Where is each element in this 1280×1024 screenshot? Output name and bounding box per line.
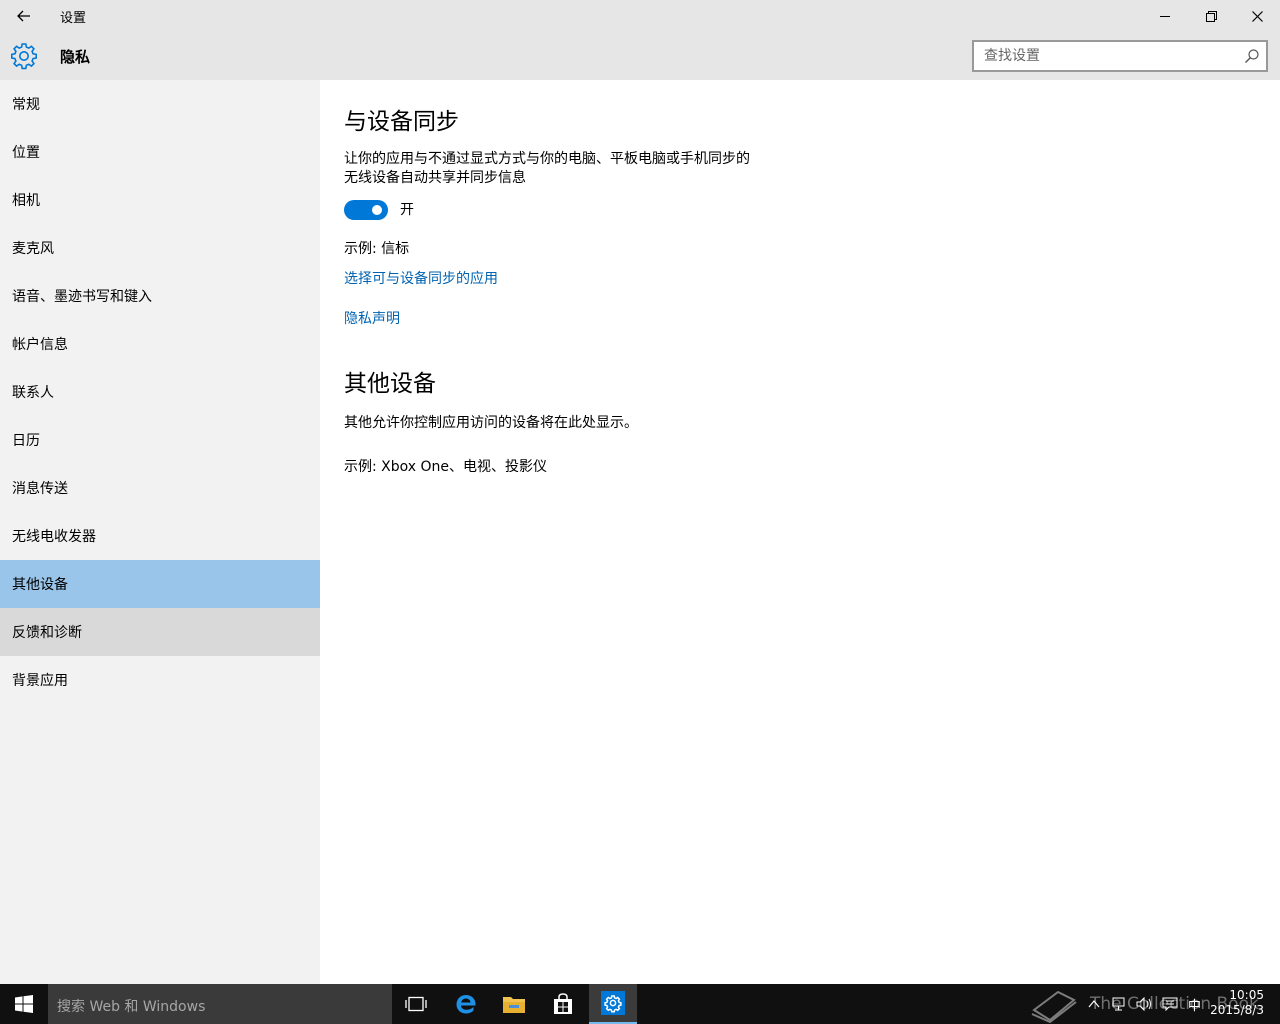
close-icon [1251,10,1263,22]
sync-description-line1: 让你的应用与不通过显式方式与你的电脑、平板电脑或手机同步的 [344,151,750,167]
minimize-button[interactable] [1142,0,1188,32]
file-explorer-taskbar-button[interactable] [490,984,538,1024]
ime-indicator[interactable]: 中 [1188,995,1201,1014]
settings-search[interactable] [972,40,1268,72]
sidebar-item-feedback-diagnostics[interactable]: 反馈和诊断 [0,608,320,656]
sidebar-item-speech-inking-typing[interactable]: 语音、墨迹书写和键入 [0,272,320,320]
toggle-state-label: 开 [400,202,414,218]
back-button[interactable] [8,2,40,30]
gear-icon [11,43,37,70]
store-taskbar-button[interactable] [539,984,587,1024]
volume-icon[interactable] [1136,997,1154,1011]
sidebar-item-contacts[interactable]: 联系人 [0,368,320,416]
network-icon[interactable] [1112,997,1128,1011]
sidebar-item-account-info[interactable]: 帐户信息 [0,320,320,368]
restore-icon [1205,10,1217,22]
task-view-icon [405,996,427,1012]
clock-date: 2015/8/3 [1210,1003,1264,1017]
sidebar-item-location[interactable]: 位置 [0,128,320,176]
book-logo-icon [1031,990,1077,1024]
store-bag-icon [554,993,572,1014]
title-bar: 设置 [0,0,1280,32]
sidebar-item-radios[interactable]: 无线电收发器 [0,512,320,560]
minimize-icon [1160,16,1170,17]
taskbar-clock[interactable]: 10:05 2015/8/3 [1210,988,1264,1018]
close-button[interactable] [1234,0,1280,32]
main-content: 与设备同步 让你的应用与不通过显式方式与你的电脑、平板电脑或手机同步的 无线设备… [320,80,1280,984]
chevron-up-icon[interactable] [1088,999,1100,1009]
system-tray: 中 [1088,984,1201,1024]
privacy-statement-link[interactable]: 隐私声明 [344,308,400,328]
window-title: 设置 [60,11,87,26]
search-icon[interactable] [1244,48,1260,64]
sync-description-line2: 无线设备自动共享并同步信息 [344,170,526,186]
sidebar-item-messaging[interactable]: 消息传送 [0,464,320,512]
sidebar-item-other-devices[interactable]: 其他设备 [0,560,320,608]
edge-taskbar-button[interactable] [442,984,490,1024]
page-header: 隐私 [0,32,1280,80]
taskbar-search-placeholder: 搜索 Web 和 Windows [57,999,206,1015]
toggle-knob [372,205,382,215]
back-arrow-icon [17,10,30,22]
page-title: 隐私 [60,48,91,66]
restore-button[interactable] [1188,0,1234,32]
taskbar: 搜索 Web 和 Windows The Collection Book 中 1… [0,984,1280,1024]
sidebar-item-calendar[interactable]: 日历 [0,416,320,464]
sync-heading: 与设备同步 [344,109,459,135]
sidebar-item-microphone[interactable]: 麦克风 [0,224,320,272]
beacon-example: 示例: 信标 [344,241,410,257]
start-button[interactable] [0,984,48,1024]
clock-time: 10:05 [1229,988,1264,1002]
folder-icon [503,997,525,1013]
windows-logo-icon [15,995,33,1013]
settings-gear-icon [601,991,625,1015]
other-devices-example: 示例: Xbox One、电视、投影仪 [344,459,548,475]
sidebar-nav: 常规 位置 相机 麦克风 语音、墨迹书写和键入 帐户信息 联系人 日历 消息传送… [0,80,320,984]
other-devices-heading: 其他设备 [344,371,436,397]
edge-browser-icon [456,995,476,1014]
task-view-button[interactable] [392,984,440,1024]
sidebar-item-general[interactable]: 常规 [0,80,320,128]
sync-toggle[interactable] [344,200,388,220]
sidebar-item-background-apps[interactable]: 背景应用 [0,656,320,704]
choose-apps-link[interactable]: 选择可与设备同步的应用 [344,268,498,288]
sidebar-item-camera[interactable]: 相机 [0,176,320,224]
settings-taskbar-button[interactable] [589,984,637,1024]
action-center-icon[interactable] [1162,997,1178,1011]
search-input[interactable] [974,42,1234,70]
other-devices-description: 其他允许你控制应用访问的设备将在此处显示。 [344,415,638,431]
taskbar-search-box[interactable]: 搜索 Web 和 Windows [48,984,392,1024]
